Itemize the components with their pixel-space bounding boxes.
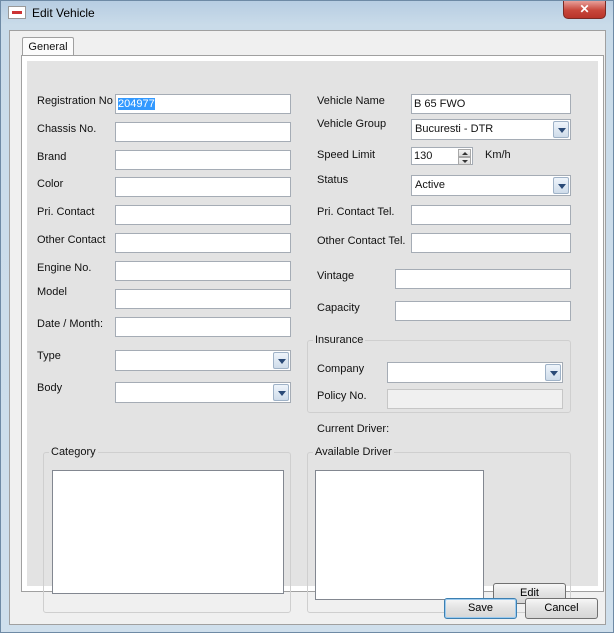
vehicle-group-dropdown[interactable]: Bucuresti - DTR <box>411 119 571 140</box>
edit-vehicle-window: Edit Vehicle ✕ General Registration No 2… <box>0 0 614 633</box>
insurance-group: Insurance Company Policy No. <box>307 334 571 413</box>
speed-limit-value: 130 <box>414 150 433 162</box>
dialog-body: General Registration No 204977 Chassis N… <box>9 30 606 625</box>
available-driver-title: Available Driver <box>313 446 394 458</box>
chevron-down-icon[interactable] <box>553 177 569 194</box>
policy-input[interactable] <box>387 389 563 409</box>
speed-limit-spinner[interactable]: 130 <box>411 147 473 165</box>
color-input[interactable] <box>115 177 291 197</box>
type-dropdown[interactable] <box>115 350 291 371</box>
category-list[interactable] <box>52 470 284 594</box>
speed-limit-label: Speed Limit <box>317 149 376 161</box>
vehicle-group-value: Bucuresti - DTR <box>415 123 494 135</box>
brand-input[interactable] <box>115 150 291 170</box>
speed-unit-label: Km/h <box>485 149 511 161</box>
registration-value: 204977 <box>118 98 155 110</box>
model-label: Model <box>37 286 67 298</box>
color-label: Color <box>37 178 64 190</box>
chevron-down-icon[interactable] <box>545 364 561 381</box>
general-content: Registration No 204977 Chassis No. Brand… <box>27 61 598 613</box>
brand-label: Brand <box>37 151 67 163</box>
category-title: Category <box>49 446 98 458</box>
current-driver-label: Current Driver: <box>317 423 390 435</box>
model-input[interactable] <box>115 289 291 309</box>
policy-label: Policy No. <box>317 390 367 402</box>
other-contact-input[interactable] <box>115 233 291 253</box>
company-label: Company <box>317 363 365 375</box>
date-month-label: Date / Month: <box>37 318 104 330</box>
available-driver-list[interactable] <box>315 470 484 600</box>
pri-contact-label: Pri. Contact <box>37 206 95 218</box>
save-button[interactable]: Save <box>444 598 517 619</box>
pri-contact-input[interactable] <box>115 205 291 225</box>
capacity-label: Capacity <box>317 302 360 314</box>
cancel-button[interactable]: Cancel <box>525 598 598 619</box>
chevron-down-icon[interactable] <box>553 121 569 138</box>
vehicle-name-label: Vehicle Name <box>317 95 385 107</box>
app-icon <box>8 6 26 19</box>
status-value: Active <box>415 179 445 191</box>
chevron-down-icon[interactable] <box>273 352 289 369</box>
engine-input[interactable] <box>115 261 291 281</box>
registration-input[interactable]: 204977 <box>115 94 291 114</box>
vintage-input[interactable] <box>395 269 571 289</box>
other-contact-tel-input[interactable] <box>411 233 571 253</box>
category-group: Category <box>43 446 291 613</box>
other-contact-label: Other Contact <box>37 234 106 246</box>
spin-down-icon[interactable] <box>458 157 471 165</box>
company-dropdown[interactable] <box>387 362 563 383</box>
pri-contact-tel-label: Pri. Contact Tel. <box>317 206 395 218</box>
capacity-input[interactable] <box>395 301 571 321</box>
body-dropdown[interactable] <box>115 382 291 403</box>
status-dropdown[interactable]: Active <box>411 175 571 196</box>
engine-label: Engine No. <box>37 262 92 274</box>
spin-up-icon[interactable] <box>458 149 471 157</box>
window-title: Edit Vehicle <box>32 6 95 20</box>
chevron-down-icon[interactable] <box>273 384 289 401</box>
vehicle-name-input[interactable]: B 65 FWO <box>411 94 571 114</box>
registration-label: Registration No <box>37 95 113 107</box>
chassis-label: Chassis No. <box>37 123 97 135</box>
tab-general[interactable]: General <box>22 37 74 56</box>
vehicle-group-label: Vehicle Group <box>317 118 387 130</box>
type-label: Type <box>37 350 61 362</box>
vintage-label: Vintage <box>317 270 355 282</box>
close-button[interactable]: ✕ <box>563 1 606 19</box>
chassis-input[interactable] <box>115 122 291 142</box>
body-label: Body <box>37 382 63 394</box>
title-bar[interactable]: Edit Vehicle ✕ <box>1 1 613 27</box>
available-driver-group: Available Driver Edit <box>307 446 571 613</box>
pri-contact-tel-input[interactable] <box>411 205 571 225</box>
other-contact-tel-label: Other Contact Tel. <box>317 235 406 247</box>
status-label: Status <box>317 174 349 186</box>
date-month-input[interactable] <box>115 317 291 337</box>
insurance-title: Insurance <box>313 334 366 346</box>
general-tab-panel: Registration No 204977 Chassis No. Brand… <box>21 55 604 613</box>
